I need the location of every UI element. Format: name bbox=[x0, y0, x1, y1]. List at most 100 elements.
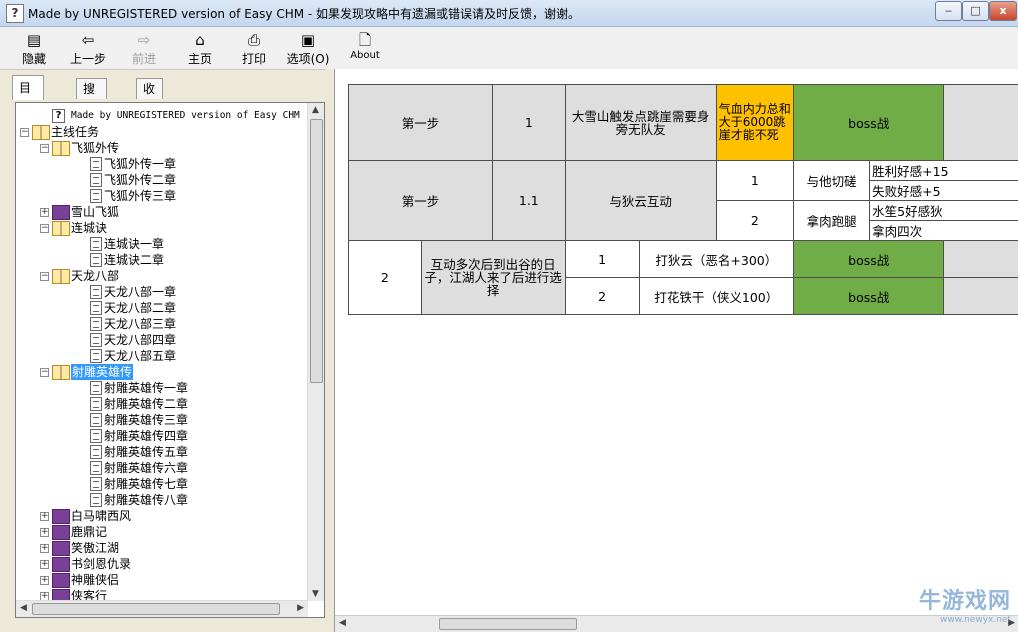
table-row: 第一步 1.1 与狄云互动 1 与他切磋 胜利好感+15 bbox=[347, 160, 1018, 241]
tab-search[interactable]: 搜索(S) bbox=[76, 78, 107, 136]
tree-item[interactable]: ? Made by UNREGISTERED version of Easy CH… bbox=[16, 108, 304, 124]
tree-item[interactable]: − 飞狐外传 bbox=[16, 140, 304, 156]
tree-item[interactable]: + 雪山飞狐 bbox=[16, 204, 304, 220]
tree-item[interactable]: 射雕英雄传七章 bbox=[16, 476, 304, 492]
content-hscroll-thumb[interactable] bbox=[439, 618, 577, 630]
tab-favorites[interactable]: 收藏夹(I) bbox=[136, 78, 163, 156]
tree-item-label: 射雕英雄传五章 bbox=[104, 445, 189, 459]
tab-contents[interactable]: 目录(C) bbox=[12, 75, 44, 143]
back-arrow-icon: ⇦ bbox=[81, 31, 95, 49]
expand-icon[interactable]: + bbox=[40, 560, 49, 569]
tree-item[interactable]: 射雕英雄传一章 bbox=[16, 380, 304, 396]
expand-icon[interactable]: + bbox=[40, 544, 49, 553]
highlight-cell: 气血内力总和大于6000跳崖才能不死 bbox=[715, 84, 795, 161]
tree-item[interactable]: + 笑傲江湖 bbox=[16, 540, 304, 556]
tree-item[interactable]: + 神雕侠侣 bbox=[16, 572, 304, 588]
expand-icon[interactable]: + bbox=[40, 208, 49, 217]
options-button[interactable]: ▣ 选项(O) bbox=[282, 29, 334, 67]
tree-item-label: 射雕英雄传三章 bbox=[104, 413, 189, 427]
scroll-up-icon[interactable]: ▲ bbox=[312, 105, 319, 115]
table-cell: 1 bbox=[715, 160, 795, 201]
table-row: 2 互动多次后到出谷的日子，江湖人来了后进行选择 1 打狄云（恶名+300） b… bbox=[348, 240, 1018, 315]
collapse-icon[interactable]: − bbox=[40, 224, 49, 233]
tree-hscroll-thumb[interactable] bbox=[32, 603, 280, 615]
collapse-icon[interactable]: − bbox=[40, 368, 49, 377]
scroll-left-icon[interactable]: ◀ bbox=[339, 618, 346, 628]
tree-item[interactable]: + 白马啸西风 bbox=[16, 508, 304, 524]
tree-item[interactable]: 连城诀一章 bbox=[16, 236, 304, 252]
collapse-icon[interactable]: − bbox=[20, 128, 29, 137]
watermark-url: www.newyx.net bbox=[939, 615, 1011, 625]
minimize-button[interactable]: ‒ bbox=[935, 1, 962, 21]
tree-item-label: 射雕英雄传一章 bbox=[104, 381, 189, 395]
forward-button[interactable]: ⇨ 前进 bbox=[118, 29, 170, 67]
tree-item[interactable]: 天龙八部三章 bbox=[16, 316, 304, 332]
table-cell bbox=[943, 277, 1018, 315]
close-button[interactable]: x bbox=[989, 1, 1017, 21]
tree-item-label: Made by UNREGISTERED version of Easy CHM bbox=[71, 110, 300, 121]
book-open-icon bbox=[52, 365, 70, 380]
tree-item[interactable]: 射雕英雄传二章 bbox=[16, 396, 304, 412]
pane-splitter[interactable] bbox=[325, 69, 334, 632]
book-closed-icon bbox=[52, 541, 70, 556]
tree-item[interactable]: 飞狐外传一章 bbox=[16, 156, 304, 172]
expand-icon[interactable]: + bbox=[40, 512, 49, 521]
scroll-right-icon[interactable]: ▶ bbox=[297, 603, 304, 613]
collapse-icon[interactable]: − bbox=[40, 272, 49, 281]
page-icon bbox=[90, 301, 102, 315]
options-label: 选项(O) bbox=[286, 52, 330, 66]
about-button[interactable]: 🗋 About bbox=[343, 29, 387, 61]
tree-item-label: 天龙八部一章 bbox=[104, 285, 177, 299]
print-label: 打印 bbox=[241, 52, 266, 66]
expand-icon[interactable]: + bbox=[40, 528, 49, 537]
page-icon bbox=[90, 237, 102, 251]
home-button[interactable]: ⌂ 主页 bbox=[174, 29, 226, 67]
page-icon bbox=[90, 429, 102, 443]
table-cell: 失败好感+5 bbox=[869, 180, 1018, 201]
tree-vscroll-thumb[interactable] bbox=[310, 119, 323, 383]
tree-item[interactable]: + 书剑恩仇录 bbox=[16, 556, 304, 572]
walkthrough-table: 第一步 1 大雪山触发点跳崖需要身旁无队友 气血内力总和大于6000跳崖才能不死… bbox=[347, 84, 1018, 315]
table-cell bbox=[943, 84, 1018, 161]
tree-item[interactable]: − 连城诀 bbox=[16, 220, 304, 236]
tree-item-label: 书剑恩仇录 bbox=[71, 557, 132, 571]
scroll-left-icon[interactable]: ◀ bbox=[20, 603, 27, 613]
tree-item[interactable]: 射雕英雄传六章 bbox=[16, 460, 304, 476]
tree-item[interactable]: 飞狐外传三章 bbox=[16, 188, 304, 204]
page-icon bbox=[90, 413, 102, 427]
tree-item[interactable]: 天龙八部四章 bbox=[16, 332, 304, 348]
tree-item[interactable]: 飞狐外传二章 bbox=[16, 172, 304, 188]
tree-item[interactable]: 射雕英雄传四章 bbox=[16, 428, 304, 444]
table-cell: 拿肉跑腿 bbox=[793, 200, 871, 241]
scroll-down-icon[interactable]: ▼ bbox=[312, 589, 319, 599]
tree-item[interactable]: 连城诀二章 bbox=[16, 252, 304, 268]
tree-item-label: 笑傲江湖 bbox=[71, 541, 120, 555]
tree-item[interactable]: 天龙八部一章 bbox=[16, 284, 304, 300]
tree-horizontal-scrollbar[interactable]: ◀ ▶ bbox=[16, 600, 308, 617]
table-cell: 1.1 bbox=[492, 160, 566, 241]
options-icon: ▣ bbox=[300, 31, 316, 49]
tree-item[interactable]: − 射雕英雄传 bbox=[16, 364, 304, 380]
back-button[interactable]: ⇦ 上一步 bbox=[62, 29, 114, 67]
tree-item[interactable]: + 鹿鼎记 bbox=[16, 524, 304, 540]
table-cell: 第一步 bbox=[347, 84, 494, 161]
toolbar: ▤ 隐藏 ⇦ 上一步 ⇨ 前进 ⌂ 主页 ⎙ 打印 ▣ 选项(O) 🗋 Abou… bbox=[0, 27, 1018, 70]
tree-item[interactable]: − 主线任务 bbox=[16, 124, 304, 140]
tree-item[interactable]: 射雕英雄传三章 bbox=[16, 412, 304, 428]
tree-item[interactable]: 射雕英雄传八章 bbox=[16, 492, 304, 508]
content-pane: 第一步 1 大雪山触发点跳崖需要身旁无队友 气血内力总和大于6000跳崖才能不死… bbox=[334, 69, 1018, 632]
print-button[interactable]: ⎙ 打印 bbox=[228, 29, 280, 67]
expand-icon[interactable]: + bbox=[40, 576, 49, 585]
content-horizontal-scrollbar[interactable]: ◀ ▶ bbox=[335, 615, 1018, 632]
tree-vertical-scrollbar[interactable]: ▲ ▼ bbox=[307, 103, 324, 601]
hide-button[interactable]: ▤ 隐藏 bbox=[8, 29, 60, 67]
tree-item[interactable]: 射雕英雄传五章 bbox=[16, 444, 304, 460]
tree-item[interactable]: 天龙八部五章 bbox=[16, 348, 304, 364]
table-cell: 2 bbox=[715, 200, 795, 241]
maximize-button[interactable]: □ bbox=[962, 1, 989, 21]
collapse-icon[interactable]: − bbox=[40, 144, 49, 153]
tree-item-label: 射雕英雄传 bbox=[71, 364, 134, 380]
tree-item[interactable]: − 天龙八部 bbox=[16, 268, 304, 284]
hide-label: 隐藏 bbox=[21, 52, 46, 66]
tree-item[interactable]: 天龙八部二章 bbox=[16, 300, 304, 316]
